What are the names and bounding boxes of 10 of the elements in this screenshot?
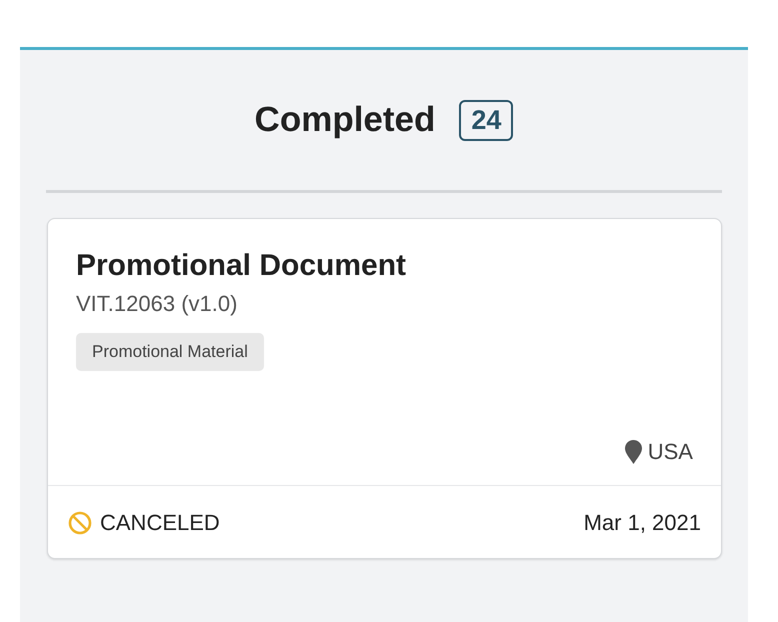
location-label: USA [648, 439, 693, 465]
document-card[interactable]: Promotional Document VIT.12063 (v1.0) Promotional Material USA CANCELED Mar 1, 2021 [47, 218, 722, 559]
tag: Promotional Material [76, 333, 264, 371]
column-title: Completed [254, 100, 436, 140]
count-badge: 24 [459, 100, 514, 140]
card-title: Promotional Document [76, 249, 408, 283]
location-pin-icon [624, 440, 642, 464]
document-id: VIT.12063 (v1.0) [76, 291, 238, 317]
status-label: CANCELED [100, 510, 220, 536]
date-label: Mar 1, 2021 [584, 510, 701, 536]
